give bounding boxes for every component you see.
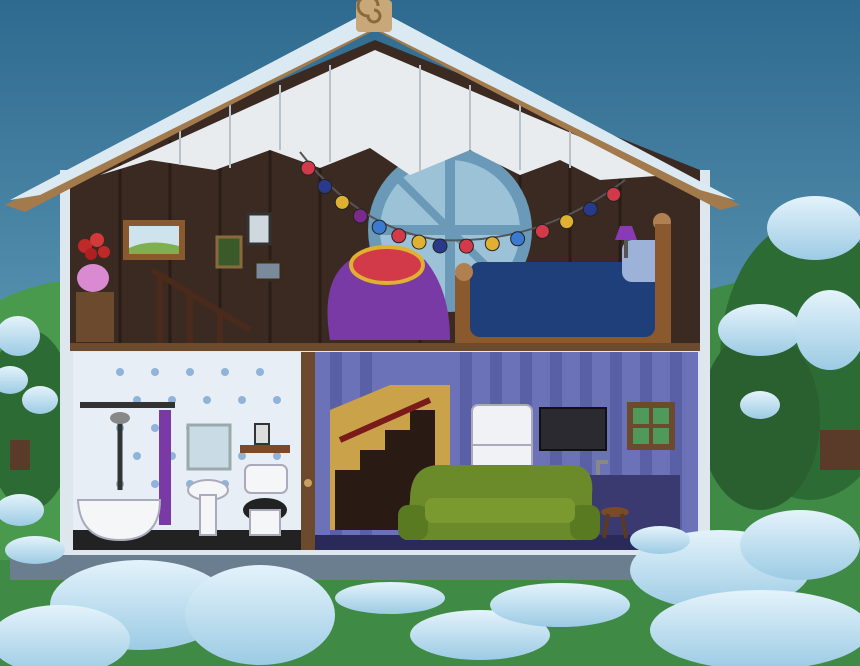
bathroom [73,352,301,550]
bathroom-shelf-item [254,423,270,445]
fridge[interactable] [471,404,533,476]
small-picture-3 [253,260,283,282]
interior-wall [301,352,315,550]
light-bulb [391,228,407,244]
wall-cabinet[interactable] [539,407,607,451]
small-picture-1 [215,235,243,269]
light-bulb [559,214,575,230]
light-bulb [534,223,550,239]
light-bulb [352,208,368,224]
mirror[interactable] [186,423,232,471]
small-window[interactable] [627,402,675,450]
door-knob[interactable] [304,479,312,487]
light-bulb [317,179,333,194]
light-bulb [300,160,316,176]
light-bulb [484,236,500,252]
light-bulb [458,238,474,254]
light-bulb [432,238,448,254]
landscape-picture[interactable] [123,220,185,260]
floor-beam [70,343,700,351]
bathroom-shelf [240,445,290,453]
light-bulb [606,186,622,202]
light-bulb [334,194,350,210]
light-bulb [582,201,598,217]
sofa[interactable] [398,465,600,540]
light-bulb [371,219,387,235]
game-scene [0,0,860,666]
small-picture-2 [246,212,272,246]
swirl-icon [356,0,392,32]
light-bulb [510,231,526,247]
light-bulb [411,234,427,250]
living-room [315,352,698,550]
